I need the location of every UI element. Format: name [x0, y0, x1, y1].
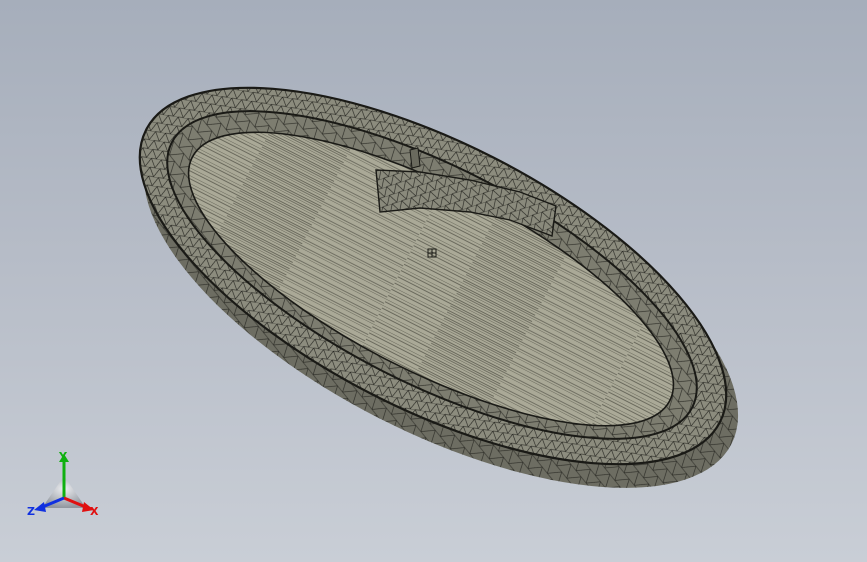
z-axis-label: Z [27, 505, 35, 518]
x-axis-label: X [90, 505, 99, 518]
coordinate-triad-icon[interactable]: Y Z X [24, 446, 104, 526]
y-axis-label: Y [59, 450, 67, 463]
oval-tray-mesh-model[interactable] [0, 0, 867, 562]
graphics-viewport[interactable]: Y Z X [0, 0, 867, 562]
